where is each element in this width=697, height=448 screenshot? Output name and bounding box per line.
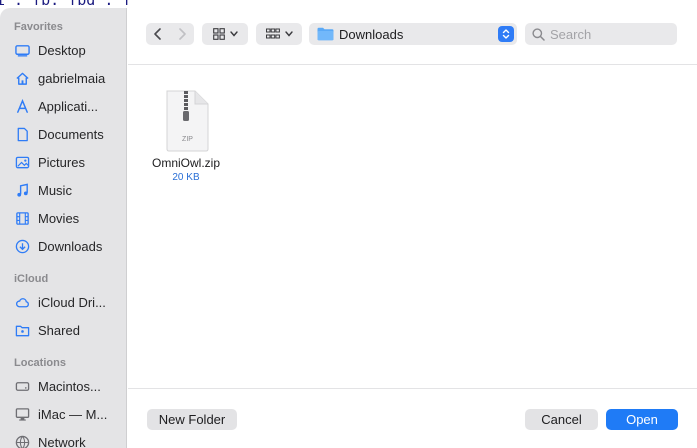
toolbar-divider bbox=[128, 64, 697, 65]
sidebar-item-macintosh-hd[interactable]: Macintos... bbox=[0, 372, 126, 400]
sidebar-item-documents[interactable]: Documents bbox=[0, 120, 126, 148]
sidebar-item-network[interactable]: Network bbox=[0, 428, 126, 448]
group-view-icon bbox=[265, 28, 280, 39]
sidebar-item-applications[interactable]: Applicati... bbox=[0, 92, 126, 120]
sidebar-item-music[interactable]: Music bbox=[0, 176, 126, 204]
sidebar-item-label: Movies bbox=[38, 210, 80, 226]
applications-icon bbox=[14, 98, 30, 114]
chevron-down-icon bbox=[229, 31, 238, 37]
imac-icon bbox=[14, 406, 30, 422]
open-file-dialog: Favorites Desktop gabrielmaia Applicati.… bbox=[0, 0, 697, 448]
sidebar-item-icloud-drive[interactable]: iCloud Dri... bbox=[0, 288, 126, 316]
chevron-down-icon bbox=[284, 31, 293, 37]
group-by-button[interactable] bbox=[256, 23, 302, 45]
disk-icon bbox=[14, 378, 30, 394]
zip-badge: ZIP bbox=[182, 136, 193, 143]
sidebar-item-shared[interactable]: Shared bbox=[0, 316, 126, 344]
sidebar-item-label: Downloads bbox=[38, 238, 103, 254]
network-icon bbox=[14, 434, 30, 448]
grid-view-icon bbox=[212, 28, 225, 40]
sidebar-item-label: iMac — M... bbox=[38, 406, 108, 422]
up-down-chevron-icon bbox=[498, 26, 514, 42]
new-folder-button[interactable]: New Folder bbox=[147, 409, 237, 430]
location-popup[interactable]: Downloads bbox=[309, 23, 517, 45]
sidebar-section-locations: Locations bbox=[14, 357, 66, 369]
sidebar-item-downloads[interactable]: Downloads bbox=[0, 232, 126, 260]
folder-icon bbox=[317, 27, 334, 41]
chevron-right-icon bbox=[179, 28, 186, 40]
forward-button[interactable] bbox=[170, 23, 194, 45]
sidebar-item-pictures[interactable]: Pictures bbox=[0, 148, 126, 176]
location-label: Downloads bbox=[339, 26, 404, 42]
sidebar-section-favorites: Favorites bbox=[14, 21, 63, 33]
cancel-button[interactable]: Cancel bbox=[525, 409, 598, 430]
sidebar-item-home[interactable]: gabrielmaia bbox=[0, 64, 126, 92]
sidebar-item-label: iCloud Dri... bbox=[38, 294, 106, 310]
sidebar-item-movies[interactable]: Movies bbox=[0, 204, 126, 232]
sidebar-item-label: Applicati... bbox=[38, 98, 98, 114]
file-item[interactable]: ZIP OmniOwl.zip 20 KB bbox=[140, 90, 232, 183]
toolbar: Downloads bbox=[128, 14, 697, 52]
movies-icon bbox=[14, 210, 30, 226]
sidebar: Favorites Desktop gabrielmaia Applicati.… bbox=[0, 8, 127, 448]
file-name: OmniOwl.zip bbox=[151, 156, 220, 170]
file-browser: Downloads ZIP bbox=[128, 0, 697, 448]
icloud-icon bbox=[14, 294, 30, 310]
sidebar-item-label: Shared bbox=[38, 322, 80, 338]
search-input[interactable] bbox=[550, 26, 670, 42]
downloads-icon bbox=[14, 238, 30, 254]
sidebar-item-label: Network bbox=[38, 434, 86, 448]
sidebar-section-icloud: iCloud bbox=[14, 273, 49, 285]
sidebar-item-label: Documents bbox=[38, 126, 104, 142]
chevron-left-icon bbox=[154, 28, 161, 40]
pictures-icon bbox=[14, 154, 30, 170]
home-icon bbox=[14, 70, 30, 86]
file-size: 20 KB bbox=[172, 172, 200, 183]
sidebar-item-label: gabrielmaia bbox=[38, 70, 106, 86]
footer: New Folder Cancel Open bbox=[128, 389, 697, 448]
search-icon bbox=[532, 27, 545, 41]
navigation-buttons bbox=[146, 23, 194, 45]
back-button[interactable] bbox=[146, 23, 170, 45]
sidebar-item-label: Pictures bbox=[38, 154, 85, 170]
sidebar-item-imac[interactable]: iMac — M... bbox=[0, 400, 126, 428]
music-icon bbox=[14, 182, 30, 198]
open-button[interactable]: Open bbox=[606, 409, 678, 430]
document-icon bbox=[14, 126, 30, 142]
sidebar-item-desktop[interactable]: Desktop bbox=[0, 36, 126, 64]
zip-file-icon: ZIP bbox=[166, 90, 209, 152]
desktop-icon bbox=[14, 42, 30, 58]
sidebar-item-label: Music bbox=[38, 182, 72, 198]
icon-view-button[interactable] bbox=[202, 23, 248, 45]
sidebar-item-label: Macintos... bbox=[38, 378, 101, 394]
search-field[interactable] bbox=[525, 23, 677, 45]
sidebar-item-label: Desktop bbox=[38, 42, 86, 58]
shared-folder-icon bbox=[14, 322, 30, 338]
